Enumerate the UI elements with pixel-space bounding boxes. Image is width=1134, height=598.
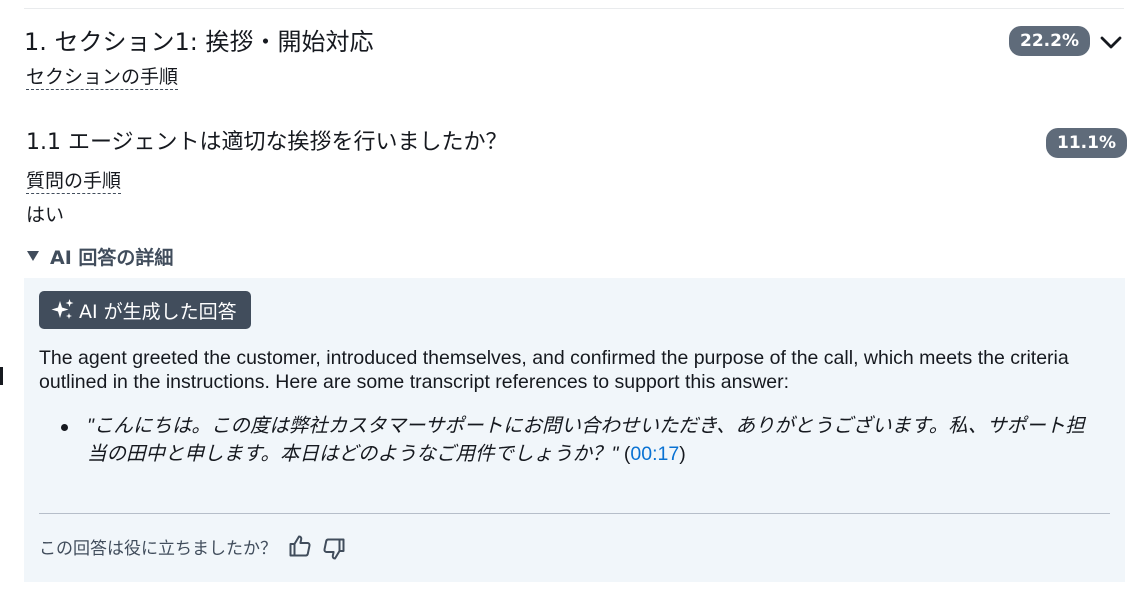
ai-details-toggle[interactable]: AI 回答の詳細 (26, 242, 173, 270)
bullet-icon (61, 424, 68, 431)
timestamp-open-paren: ( (618, 443, 631, 465)
thumbs-up-icon (289, 535, 311, 557)
question-steps-link[interactable]: 質問の手順 (26, 170, 122, 194)
caret-down-icon (27, 251, 39, 261)
feedback-prompt: この回答は役に立ちましたか？ (39, 538, 277, 559)
thumbs-up-button[interactable] (287, 533, 313, 559)
section-score-badge: 22.2% (1009, 26, 1090, 56)
section-steps-container: セクションの手順 (26, 64, 179, 90)
left-edge-marker (0, 367, 3, 385)
ai-generated-badge-label: AI が生成した回答 (79, 300, 237, 323)
chevron-down-icon (1100, 36, 1122, 49)
ai-explanation: The agent greeted the customer, introduc… (39, 347, 1069, 393)
transcript-timestamp-link[interactable]: 00:17 (630, 443, 679, 465)
transcript-reference-list: "こんにちは。この度は弊社カスタマーサポートにお問い合わせいただき、ありがとうご… (61, 412, 1101, 468)
section-steps-link[interactable]: セクションの手順 (26, 66, 179, 90)
thumbs-down-button[interactable] (321, 536, 347, 562)
section-header: 1. セクション1: 挨拶・開始対応 セクションの手順 22.2% (24, 24, 1124, 94)
transcript-reference-item: "こんにちは。この度は弊社カスタマーサポートにお問い合わせいただき、ありがとうご… (61, 412, 1101, 468)
timestamp-close-paren: ) (679, 443, 686, 465)
question-answer: はい (26, 204, 65, 226)
top-divider (24, 8, 1124, 9)
section-title: 1. セクション1: 挨拶・開始対応 (24, 28, 374, 56)
sparkle-icon (51, 299, 74, 319)
feedback-row: この回答は役に立ちましたか？ (39, 531, 347, 561)
section-collapse-button[interactable] (1098, 30, 1124, 56)
transcript-quote: "こんにちは。この度は弊社カスタマーサポートにお問い合わせいただき、ありがとうご… (87, 415, 1085, 465)
ai-generated-badge: AI が生成した回答 (39, 291, 251, 329)
ai-details-panel: AI が生成した回答 The agent greeted the custome… (24, 278, 1125, 582)
question-title: 1.1 エージェントは適切な挨拶を行いましたか？ (26, 130, 508, 155)
question-score-badge: 11.1% (1046, 128, 1127, 158)
feedback-divider (39, 513, 1110, 514)
question-steps-container: 質問の手順 (26, 168, 122, 194)
ai-details-toggle-label: AI 回答の詳細 (50, 246, 174, 269)
thumbs-down-icon (323, 538, 345, 560)
